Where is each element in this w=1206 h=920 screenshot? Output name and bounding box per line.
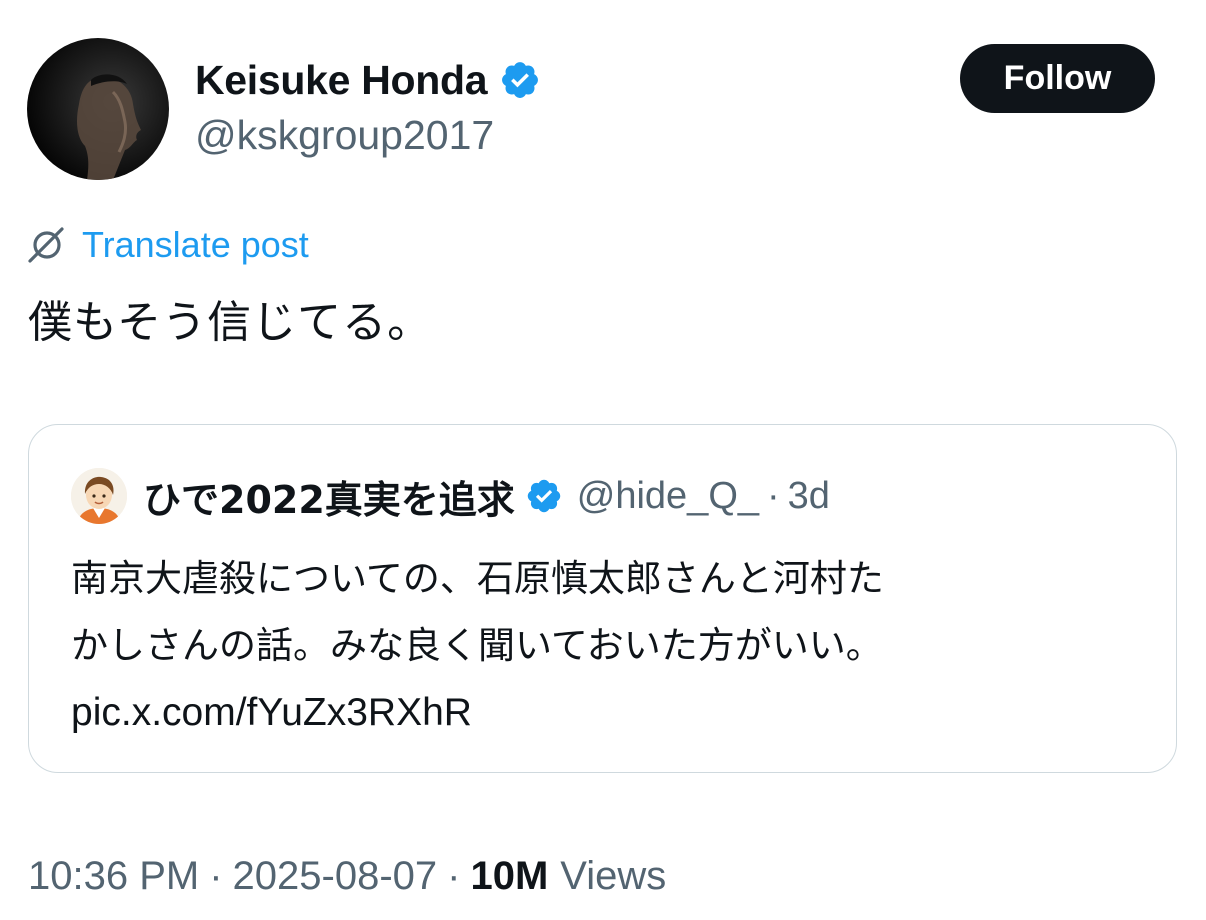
meta-separator: ·: [209, 853, 223, 898]
quoted-verified-badge-icon: [525, 477, 563, 515]
translate-post-link[interactable]: Translate post: [26, 220, 309, 270]
cartoon-avatar-icon: [71, 468, 127, 524]
quoted-author-handle: @hide_Q_: [576, 474, 760, 517]
quoted-author-avatar[interactable]: [71, 468, 127, 524]
author-handle[interactable]: @kskgroup2017: [195, 112, 494, 159]
quoted-media-link[interactable]: pic.x.com/fYuZx3RXhR: [71, 679, 1141, 746]
quoted-text-line: かしさんの話。みな良く聞いておいた方がいい。: [71, 624, 883, 667]
follow-button[interactable]: Follow: [960, 44, 1155, 113]
quoted-timestamp[interactable]: 3d: [788, 475, 830, 518]
author-display-name[interactable]: Keisuke Honda: [195, 57, 488, 104]
translate-label[interactable]: Translate post: [82, 224, 309, 266]
post-time[interactable]: 10:36 PM: [28, 854, 199, 899]
quoted-separator: ·: [767, 474, 780, 517]
meta-separator: ·: [447, 853, 461, 898]
post-text: 僕もそう信じてる。: [28, 297, 433, 348]
author-name-row: Keisuke Honda: [195, 52, 541, 108]
quoted-author-name[interactable]: ひで2022真実を追求: [143, 469, 515, 524]
quoted-post-text: 南京大虐殺についての、石原慎太郎さんと河村た かしさんの話。みな良く聞いておいた…: [71, 545, 1141, 746]
quoted-post-header: ひで2022真実を追求 @hide_Q_ · 3d: [71, 465, 830, 527]
quoted-text-line: 南京大虐殺についての、石原慎太郎さんと河村た: [71, 557, 884, 600]
post-meta: 10:36 PM · 2025-08-07 · 10M Views: [28, 848, 666, 904]
author-avatar[interactable]: [27, 38, 169, 180]
views-count[interactable]: 10M: [470, 854, 548, 899]
views-label: Views: [560, 853, 667, 898]
post-date[interactable]: 2025-08-07: [233, 854, 438, 899]
verified-badge-icon[interactable]: [499, 59, 541, 101]
profile-photo-icon: [77, 74, 141, 180]
quoted-post-card[interactable]: ひで2022真実を追求 @hide_Q_ · 3d 南京大虐殺についての、石原慎…: [28, 424, 1177, 773]
translate-icon: [26, 225, 66, 265]
